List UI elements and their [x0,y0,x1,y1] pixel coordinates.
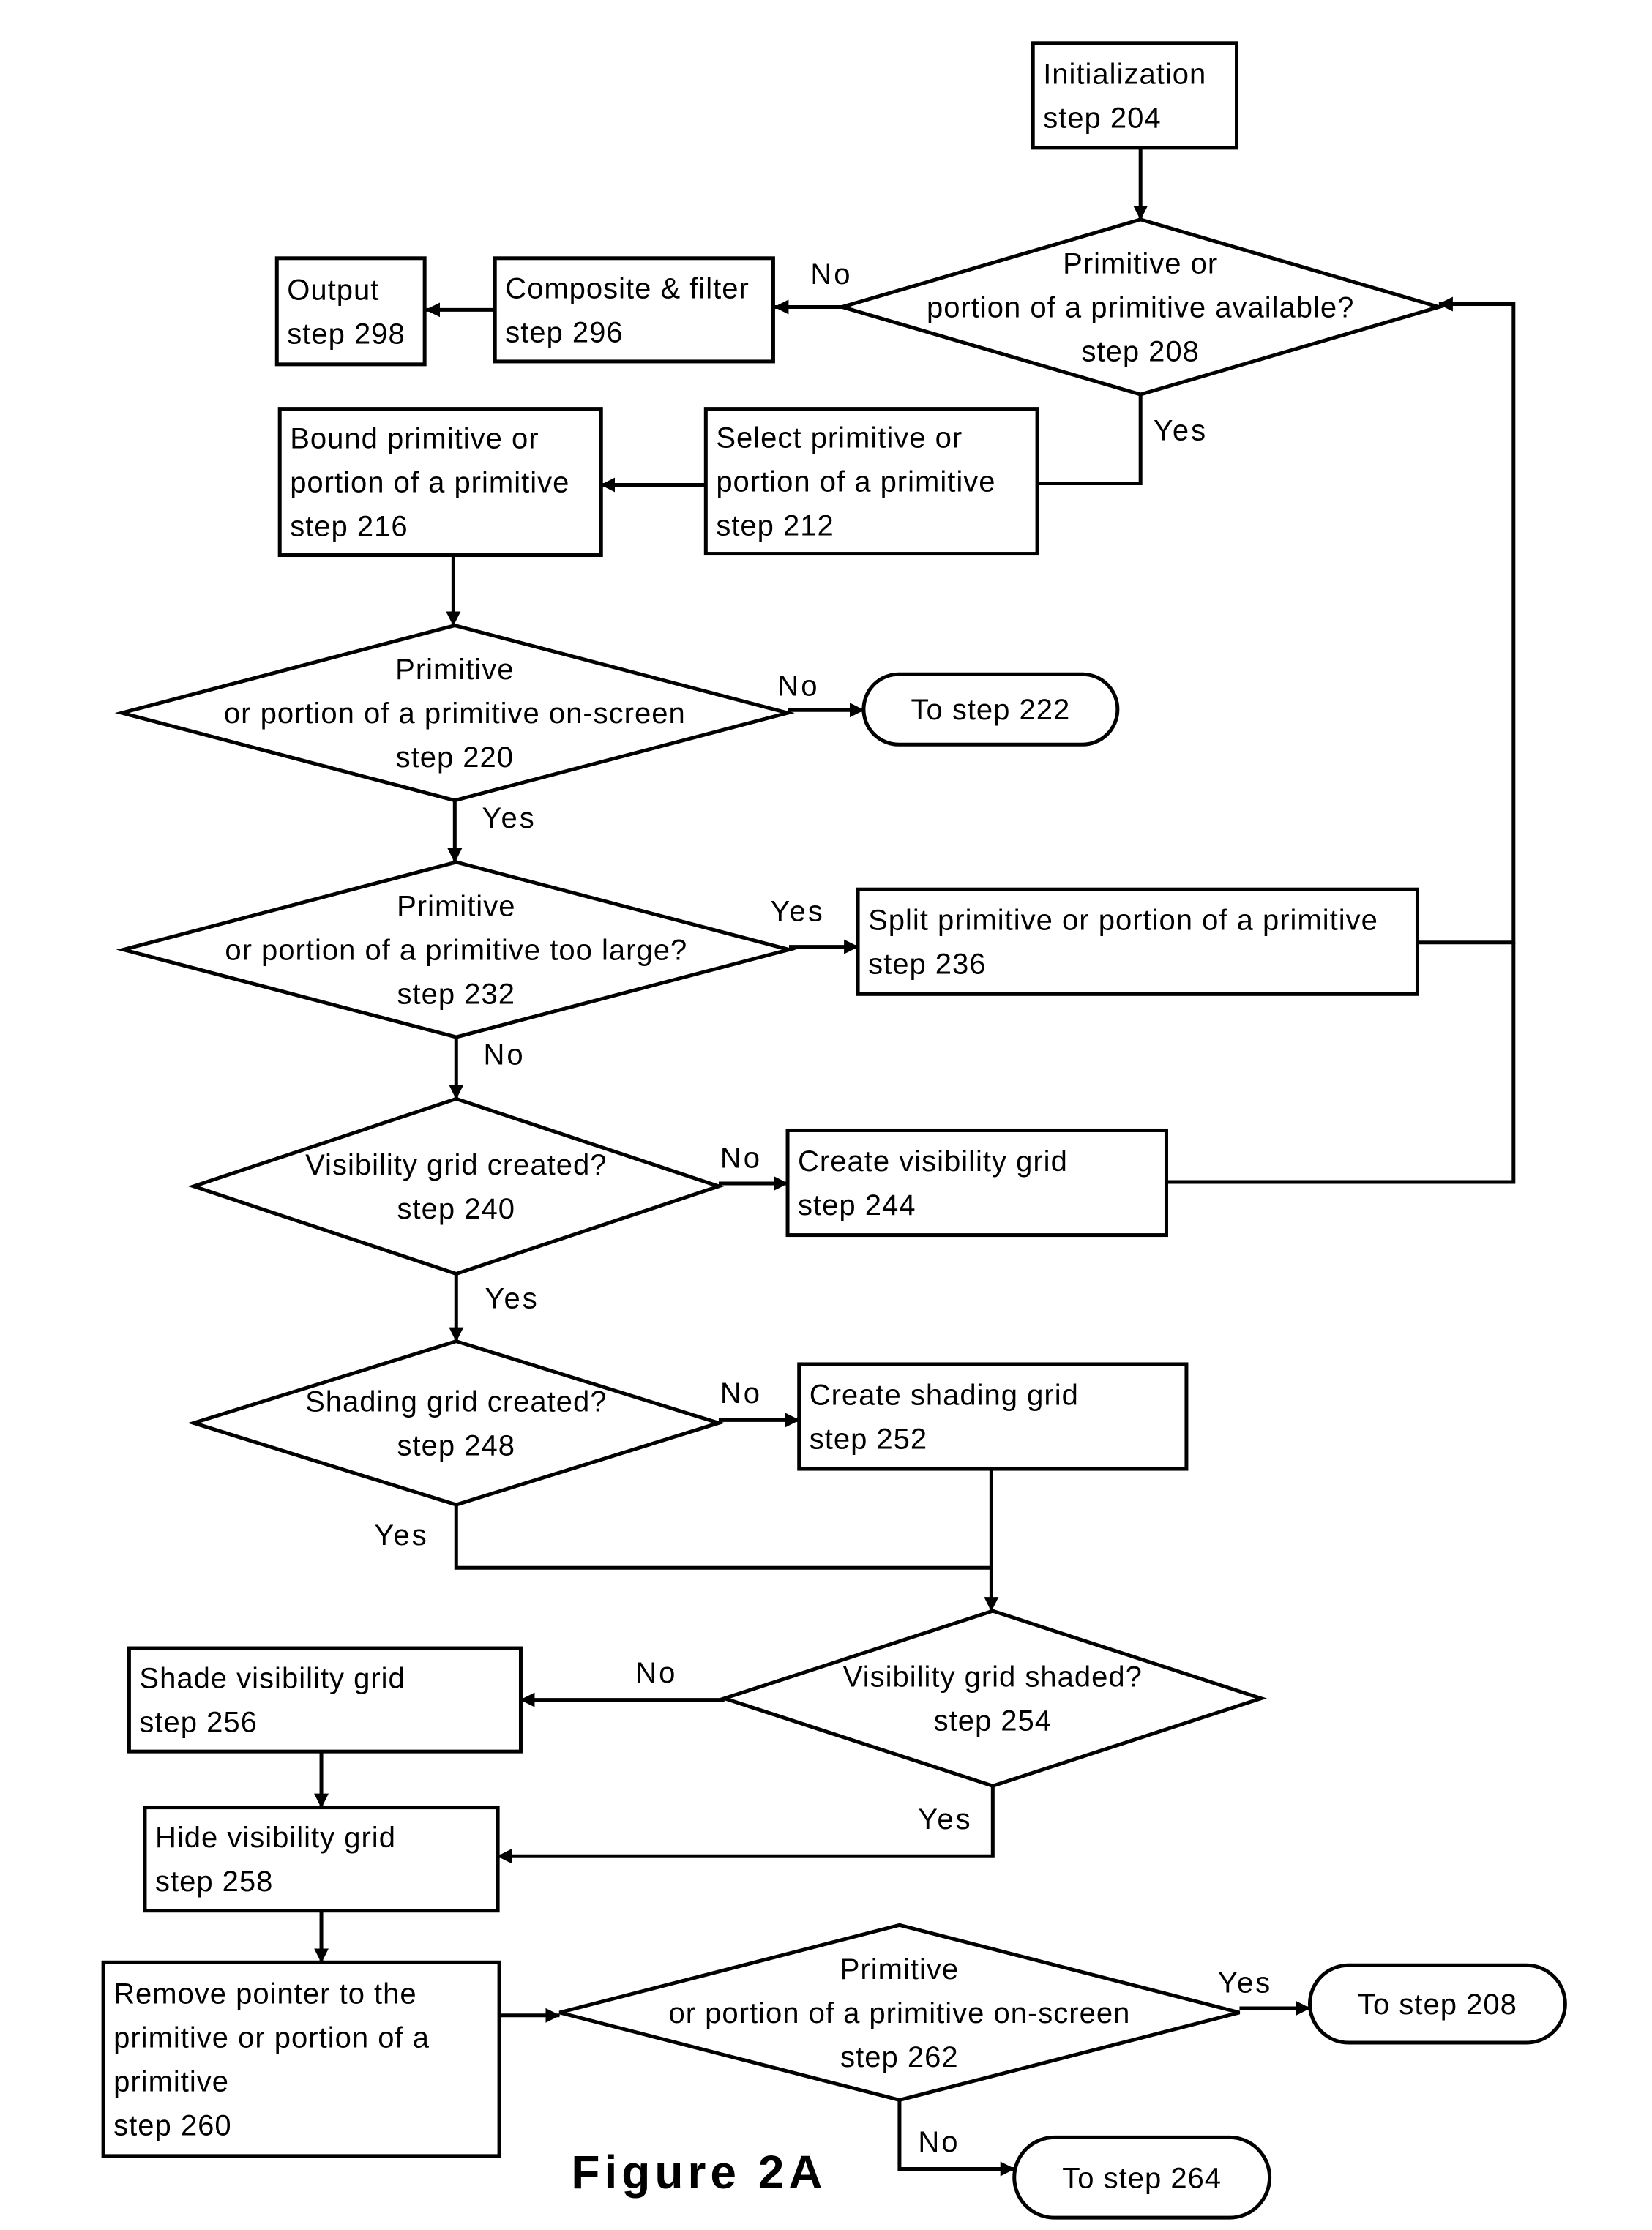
node-text-line: step 296 [505,316,623,348]
process-node-212: Select primitive or portion of a primitiv… [703,407,1039,556]
process-node-244: Create visibility grid step 244 [785,1128,1168,1238]
figure-caption: Figure 2A [571,2146,826,2199]
terminal-node-222: To step 222 [861,672,1120,747]
node-text-line: Remove pointer to the [113,1978,417,2010]
node-text-line: or portion of a primitive too large? [225,935,687,967]
node-text-line: step 248 [397,1429,515,1462]
process-node-236: Split primitive or portion of a primitiv… [856,887,1419,996]
node-text-line: or portion of a primitive on-screen [669,1997,1131,2029]
node-text-line: portion of a primitive [716,466,995,498]
edge-n236-to-n208 [1417,296,1516,945]
decision-node-240: Visibility grid created? step 240 [187,1096,725,1276]
node-text-line: Select primitive or [716,422,963,454]
node-text-line: Hide visibility grid [155,1822,396,1854]
edge-label-no: No [635,1657,677,1689]
node-text-line: step 260 [113,2110,231,2142]
flowchart-canvas: Initialization step 204 Primitive or portio… [101,41,1567,2220]
node-text-line: Primitive [395,654,514,686]
decision-node-208: Primitive or portion of a primitive avail… [835,217,1446,397]
node-text-line: portion of a primitive [290,467,569,499]
edge-label-yes: Yes [375,1519,429,1552]
process-node-204: Initialization step 204 [1031,41,1239,150]
node-text-line: step 232 [397,979,515,1011]
edge-label-no: No [918,2126,960,2158]
terminal-node-208: To step 208 [1307,1963,1567,2045]
node-text-line: step 204 [1043,102,1161,134]
node-text-line: step 254 [934,1705,1052,1737]
edge-label-no: No [810,258,852,291]
terminal-node-264: To step 264 [1012,2135,1272,2220]
node-text-line: primitive or portion of a [113,2022,430,2054]
diamond-shape [718,1609,1267,1788]
node-text-line: step 220 [396,741,514,774]
process-node-216: Bound primitive or portion of a primitive… [277,407,603,558]
edge-label-no: No [720,1377,762,1410]
diamond-shape [187,1339,725,1507]
node-text-line: Initialization [1043,58,1206,90]
process-node-298: Output step 298 [274,256,427,367]
nodes-layer: Initialization step 204 Primitive or portio… [101,41,1567,2220]
node-text-line: Visibility grid created? [305,1149,607,1181]
node-text-line: Split primitive or portion of a primitiv… [868,905,1378,937]
edge-label-yes: Yes [1218,1967,1272,1999]
process-node-252: Create shading grid step 252 [797,1362,1189,1471]
edge-label-yes: Yes [482,802,537,834]
node-text-line: Primitive [840,1953,959,1986]
node-text-line: or portion of a primitive on-screen [224,697,686,730]
node-text-line: step 240 [397,1193,515,1225]
node-text-line: portion of a primitive available? [927,291,1354,323]
node-text-line: step 244 [798,1189,916,1221]
edge-label-yes: Yes [485,1283,539,1315]
decision-node-220: Primitive or portion of a primitive on-sc… [114,623,795,803]
node-text-line: Primitive or [1063,247,1218,280]
node-text-line: Create visibility grid [798,1145,1068,1178]
node-text-line: step 236 [868,949,986,981]
decision-node-262: Primitive or portion of a primitive on-sc… [558,1923,1241,2103]
node-text-line: primitive [113,2066,229,2098]
node-text-line: step 256 [139,1707,257,1739]
diamond-shape [187,1096,725,1276]
node-text-line: Shading grid created? [305,1385,607,1418]
node-text-line: To step 222 [911,694,1070,726]
edge-label-yes: Yes [918,1803,972,1836]
process-node-256: Shade visibility grid step 256 [127,1646,523,1754]
node-text-line: step 258 [155,1866,273,1898]
edge-label-no: No [484,1039,526,1071]
node-text-line: Output [287,274,379,306]
node-text-line: Create shading grid [810,1380,1079,1412]
process-node-260: Remove pointer to the primitive or portio… [101,1960,501,2158]
node-text-line: To step 208 [1358,1988,1517,2021]
decision-node-232: Primitive or portion of a primitive too l… [116,860,796,1039]
decision-node-248: Shading grid created? step 248 [187,1339,725,1507]
node-text-line: step 262 [840,2041,958,2073]
node-text-line: Primitive [397,891,515,923]
node-text-line: step 208 [1081,335,1199,367]
edge-label-no: No [720,1142,762,1174]
node-text-line: Visibility grid shaded? [843,1661,1143,1694]
node-text-line: Bound primitive or [290,423,539,455]
edge-label-yes: Yes [771,895,825,927]
node-text-line: step 298 [287,318,405,350]
process-node-258: Hide visibility grid step 258 [143,1806,500,1913]
node-text-line: Shade visibility grid [139,1663,405,1695]
node-text-line: step 252 [810,1423,927,1456]
edge-label-no: No [777,670,819,703]
edge-n208-to-n212 [1037,394,1143,486]
node-text-line: Composite & filter [505,272,750,304]
decision-node-254: Visibility grid shaded? step 254 [718,1609,1267,1788]
node-text-line: step 212 [716,510,834,542]
edge-label-yes: Yes [1154,415,1208,447]
process-node-296: Composite & filter step 296 [493,256,775,364]
node-text-line: To step 264 [1062,2162,1222,2194]
node-text-line: step 216 [290,511,408,543]
edge-n248-to-n254 [454,1505,990,1570]
